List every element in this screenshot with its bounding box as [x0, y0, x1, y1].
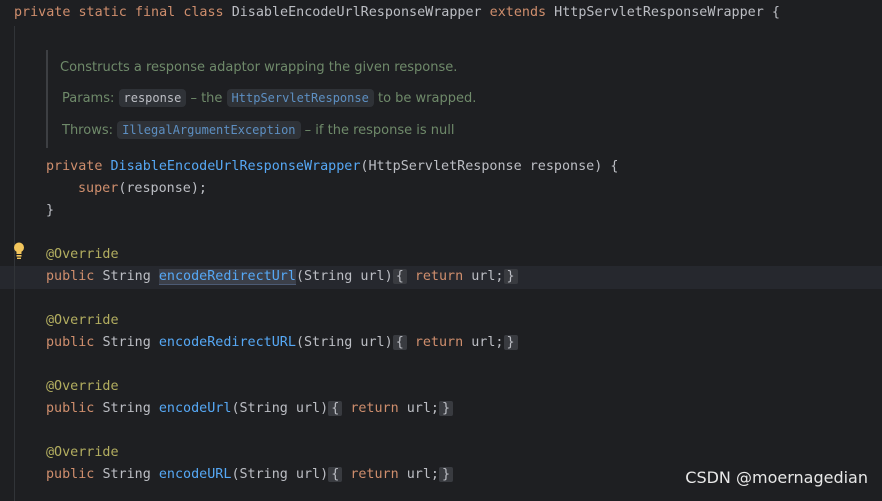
code-editor[interactable]: private static final class DisableEncode…: [0, 0, 882, 501]
keyword-public: public: [46, 401, 95, 416]
lightbulb-icon[interactable]: [12, 241, 26, 261]
return-type: String: [102, 467, 151, 482]
fold-close-marker[interactable]: }: [439, 467, 454, 482]
super-args: (response);: [118, 181, 207, 196]
method-params: (String url): [231, 401, 329, 416]
fold-close-marker[interactable]: }: [503, 269, 518, 284]
keyword-private: private: [14, 5, 71, 20]
method-declaration[interactable]: public String encodeUrl(String url){ ret…: [46, 398, 454, 420]
keyword-static: static: [78, 5, 127, 20]
fold-open-marker[interactable]: {: [328, 401, 343, 416]
throws-tail-text: – if the response is null: [304, 123, 455, 138]
keyword-return: return: [414, 335, 464, 350]
method-body: url;: [471, 269, 504, 284]
method-params: (String url): [231, 467, 329, 482]
param-name-tag: response: [118, 89, 187, 107]
method-declaration[interactable]: public String encodeRedirectUrl(String u…: [46, 266, 518, 288]
javadoc-throws-row: Throws: IllegalArgumentException – if th…: [62, 120, 454, 142]
method-declaration[interactable]: public String encodeRedirectURL(String u…: [46, 332, 518, 354]
open-brace: {: [771, 5, 780, 20]
method-body: url;: [406, 467, 439, 482]
class-name[interactable]: DisableEncodeUrlResponseWrapper: [232, 5, 482, 20]
csdn-watermark: CSDN @moernagedian: [685, 468, 868, 487]
method-body: url;: [406, 401, 439, 416]
keyword-public: public: [46, 269, 95, 284]
keyword-return: return: [350, 467, 399, 482]
method-params: (String url): [295, 269, 393, 284]
method-declaration[interactable]: public String encodeURL(String url){ ret…: [46, 464, 454, 486]
javadoc-params-row: Params: response – the HttpServletRespon…: [62, 88, 476, 110]
param-dash-text: – the: [190, 91, 223, 106]
super-call[interactable]: super(response);: [78, 178, 207, 200]
override-annotation: @Override: [46, 379, 119, 394]
keyword-return: return: [350, 401, 399, 416]
fold-close-marker[interactable]: }: [439, 401, 454, 416]
fold-close-marker[interactable]: }: [503, 335, 518, 350]
keyword-final: final: [134, 5, 176, 20]
param-tail-text: to be wrapped.: [377, 91, 477, 106]
keyword-public: public: [46, 335, 95, 350]
javadoc-block[interactable]: Constructs a response adaptor wrapping t…: [46, 50, 568, 148]
fold-open-marker[interactable]: {: [392, 269, 407, 284]
method-name-encodeURL[interactable]: encodeURL: [159, 467, 232, 482]
constructor-name[interactable]: DisableEncodeUrlResponseWrapper: [111, 159, 361, 174]
constructor-params: (HttpServletResponse response) {: [360, 159, 619, 174]
method-name-encodeUrl[interactable]: encodeUrl: [159, 401, 232, 416]
method-name-encodeRedirectURL[interactable]: encodeRedirectURL: [159, 335, 296, 350]
method-body: url;: [471, 335, 504, 350]
keyword-public: public: [46, 467, 95, 482]
keyword-class: class: [183, 5, 224, 20]
indent-guide: [14, 26, 15, 501]
class-declaration[interactable]: private static final class DisableEncode…: [14, 2, 780, 24]
fold-open-marker[interactable]: {: [392, 335, 407, 350]
override-annotation: @Override: [46, 445, 119, 460]
javadoc-summary: Constructs a response adaptor wrapping t…: [60, 60, 458, 75]
keyword-return: return: [414, 269, 464, 284]
override-annotation: @Override: [46, 247, 119, 262]
param-type-link[interactable]: HttpServletResponse: [226, 89, 374, 107]
throws-type-link[interactable]: IllegalArgumentException: [117, 121, 301, 139]
keyword-extends: extends: [489, 5, 547, 20]
fold-open-marker[interactable]: {: [328, 467, 343, 482]
keyword-super: super: [78, 181, 119, 196]
parent-class-name[interactable]: HttpServletResponseWrapper: [554, 5, 764, 20]
constructor-close-brace: }: [46, 203, 55, 218]
return-type: String: [102, 269, 151, 284]
method-name-encodeRedirectUrl[interactable]: encodeRedirectUrl: [158, 269, 296, 285]
override-annotation: @Override: [46, 313, 119, 328]
keyword-private: private: [46, 159, 103, 174]
throws-label: Throws:: [62, 123, 113, 138]
return-type: String: [102, 335, 151, 350]
return-type: String: [102, 401, 151, 416]
method-params: (String url): [295, 335, 393, 350]
constructor-declaration[interactable]: private DisableEncodeUrlResponseWrapper(…: [46, 156, 618, 178]
params-label: Params:: [62, 91, 115, 106]
